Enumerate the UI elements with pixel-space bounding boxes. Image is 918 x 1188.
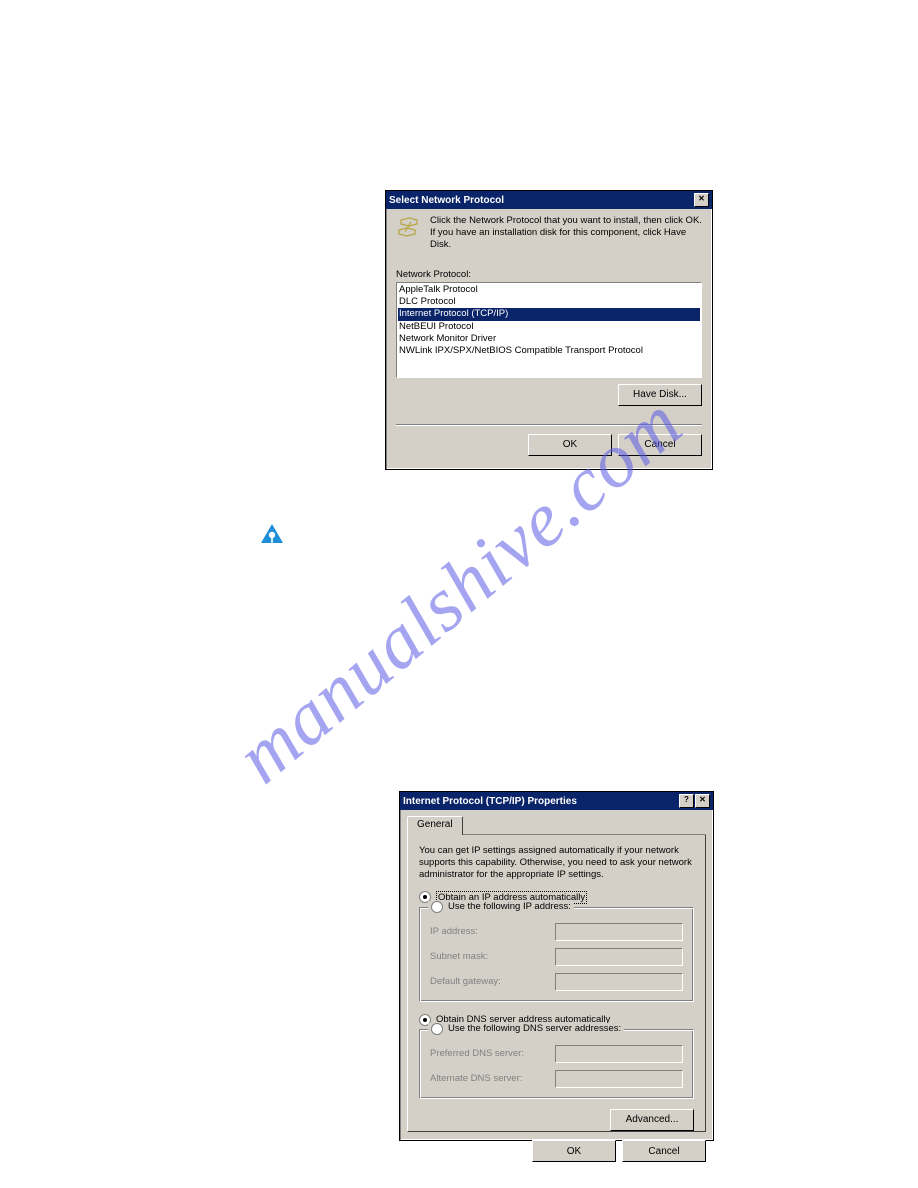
list-item[interactable]: AppleTalk Protocol	[398, 284, 700, 296]
protocol-listbox[interactable]: AppleTalk Protocol DLC Protocol Internet…	[396, 282, 702, 378]
tab-page: You can get IP settings assigned automat…	[407, 835, 706, 1132]
dialog-title: Select Network Protocol	[389, 195, 504, 206]
radio-label[interactable]: Use the following DNS server addresses:	[448, 1023, 621, 1034]
preferred-dns-input[interactable]	[555, 1045, 683, 1063]
default-gateway-row: Default gateway:	[430, 973, 683, 991]
close-button[interactable]: ✕	[695, 794, 710, 808]
close-button[interactable]: ✕	[694, 193, 709, 207]
field-label: Default gateway:	[430, 976, 501, 987]
ip-address-input[interactable]	[555, 923, 683, 941]
preferred-dns-row: Preferred DNS server:	[430, 1045, 683, 1063]
list-item-selected[interactable]: Internet Protocol (TCP/IP)	[398, 308, 700, 320]
tab-general[interactable]: General	[407, 816, 463, 835]
alternate-dns-input[interactable]	[555, 1070, 683, 1088]
list-item[interactable]: Network Monitor Driver	[398, 333, 700, 345]
have-disk-button[interactable]: Have Disk...	[618, 384, 702, 406]
field-label: Subnet mask:	[430, 951, 488, 962]
tab-strip: General	[407, 815, 706, 835]
list-label: Network Protocol:	[396, 269, 702, 280]
cancel-button[interactable]: Cancel	[622, 1140, 706, 1162]
tcpip-properties-dialog: Internet Protocol (TCP/IP) Properties ? …	[399, 791, 714, 1141]
dns-group: Use the following DNS server addresses: …	[419, 1029, 694, 1099]
radio-icon[interactable]	[431, 901, 443, 913]
field-label: IP address:	[430, 926, 478, 937]
radio-icon[interactable]	[431, 1023, 443, 1035]
subnet-mask-row: Subnet mask:	[430, 948, 683, 966]
alternate-dns-row: Alternate DNS server:	[430, 1070, 683, 1088]
ip-address-group: Use the following IP address: IP address…	[419, 907, 694, 1002]
dialog-instruction: Click the Network Protocol that you want…	[430, 215, 702, 251]
ok-button[interactable]: OK	[528, 434, 612, 456]
advanced-button[interactable]: Advanced...	[610, 1109, 694, 1131]
help-button[interactable]: ?	[679, 794, 694, 808]
field-label: Alternate DNS server:	[430, 1073, 522, 1084]
dialog-title: Internet Protocol (TCP/IP) Properties	[403, 796, 577, 807]
list-item[interactable]: NetBEUI Protocol	[398, 321, 700, 333]
network-protocol-icon	[396, 215, 422, 241]
divider	[396, 424, 702, 426]
description-text: You can get IP settings assigned automat…	[419, 845, 694, 881]
subnet-mask-input[interactable]	[555, 948, 683, 966]
cancel-button[interactable]: Cancel	[618, 434, 702, 456]
default-gateway-input[interactable]	[555, 973, 683, 991]
note-pin-icon	[258, 521, 286, 549]
radio-label[interactable]: Use the following IP address:	[448, 901, 571, 912]
list-item[interactable]: DLC Protocol	[398, 296, 700, 308]
select-network-protocol-dialog: Select Network Protocol ✕ Click the Netw…	[385, 190, 713, 470]
list-item[interactable]: NWLink IPX/SPX/NetBIOS Compatible Transp…	[398, 345, 700, 357]
dialog-titlebar[interactable]: Internet Protocol (TCP/IP) Properties ? …	[400, 792, 713, 810]
dialog-titlebar[interactable]: Select Network Protocol ✕	[386, 191, 712, 209]
ok-button[interactable]: OK	[532, 1140, 616, 1162]
field-label: Preferred DNS server:	[430, 1048, 524, 1059]
ip-address-row: IP address:	[430, 923, 683, 941]
